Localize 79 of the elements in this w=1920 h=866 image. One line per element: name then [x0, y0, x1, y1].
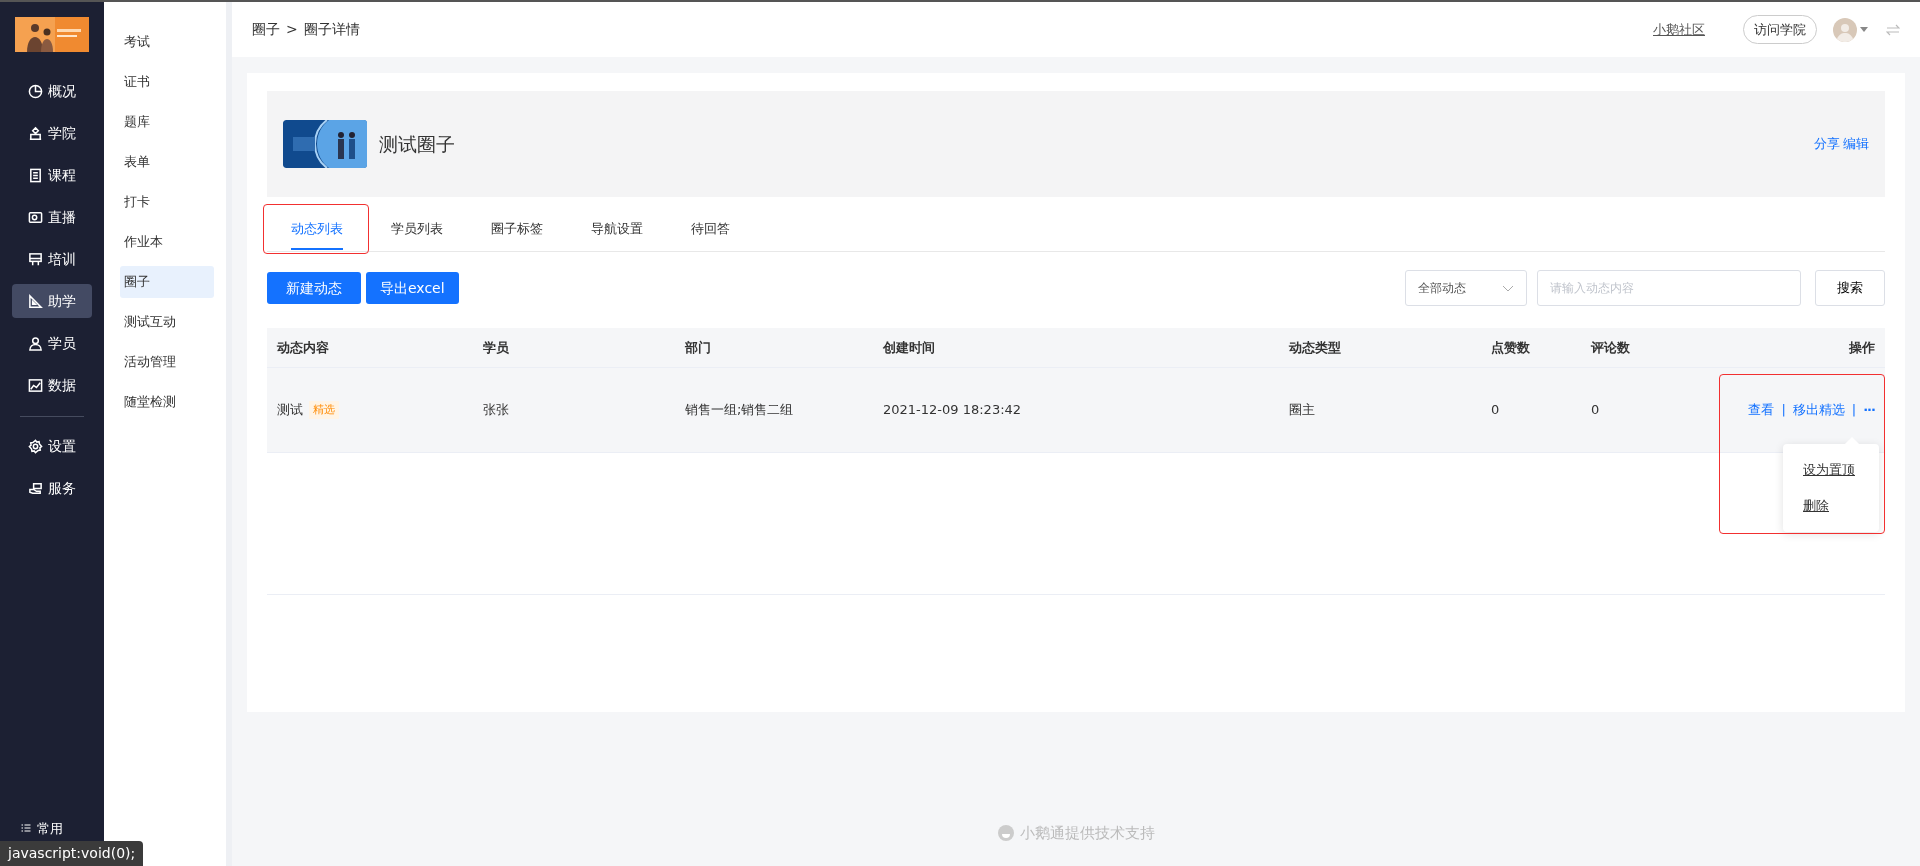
- submenu-item[interactable]: 活动管理: [120, 346, 214, 378]
- sidebar-item[interactable]: 常用: [20, 818, 63, 838]
- breadcrumb-item[interactable]: 圈子: [252, 19, 280, 40]
- table-cell-text: 0: [1491, 401, 1500, 420]
- sidebar-item[interactable]: 设置: [12, 429, 92, 463]
- column-header: 动态内容: [277, 338, 329, 357]
- sidebar-item[interactable]: 直播: [12, 200, 92, 234]
- service-hand-icon: [28, 480, 43, 496]
- presentation-board-icon: [28, 251, 43, 267]
- switch-arrows-icon[interactable]: [1886, 23, 1900, 36]
- table-cell-text: 销售一组;销售二组: [685, 401, 794, 420]
- table-cell-text: 圈主: [1289, 401, 1315, 420]
- submenu-item[interactable]: 考试: [120, 26, 214, 58]
- column-header: 操作: [1849, 338, 1875, 357]
- submenu-item[interactable]: 作业本: [120, 226, 214, 258]
- submenu-item[interactable]: 圈子: [120, 266, 214, 298]
- building-icon: [28, 125, 43, 141]
- unfeature-link[interactable]: 移出精选: [1792, 400, 1845, 420]
- column-header: 部门: [685, 338, 711, 357]
- separator: |: [1851, 401, 1857, 420]
- community-link[interactable]: 小鹅社区: [1653, 19, 1705, 40]
- submenu-item[interactable]: 随堂检测: [120, 386, 214, 418]
- view-link[interactable]: 查看: [1748, 400, 1775, 420]
- submenu-item[interactable]: 题库: [120, 106, 214, 138]
- column-header: 创建时间: [883, 338, 935, 357]
- table-cell-text: 2021-12-09 18:23:42: [883, 401, 1022, 420]
- sidebar-item[interactable]: 学院: [12, 116, 92, 150]
- sidebar-item[interactable]: 助学: [12, 284, 92, 318]
- link-tooltip: javascript:void(0);: [0, 841, 144, 866]
- tab[interactable]: 待回答: [667, 209, 754, 251]
- sidebar-item[interactable]: 数据: [12, 368, 92, 402]
- settings-icon: [28, 438, 43, 454]
- more-link[interactable]: ···: [1863, 400, 1875, 420]
- column-header: 学员: [483, 338, 509, 357]
- sidebar-item[interactable]: 服务: [12, 471, 92, 505]
- sidebar-item[interactable]: 概况: [12, 74, 92, 108]
- document-icon: [28, 167, 43, 183]
- table-cell-text: 0: [1591, 401, 1600, 420]
- tab[interactable]: 动态列表: [267, 209, 367, 251]
- avatar-icon[interactable]: [1833, 17, 1857, 42]
- submenu-item[interactable]: 证书: [120, 66, 214, 98]
- new-post-button[interactable]: 新建动态: [267, 272, 361, 304]
- footer-text: 小鹅通提供技术支持: [1019, 822, 1155, 844]
- column-header: 动态类型: [1289, 338, 1341, 357]
- brand-logo-icon: [997, 824, 1014, 841]
- export-button[interactable]: 导出excel: [366, 272, 459, 304]
- column-header: 评论数: [1591, 338, 1630, 357]
- visit-academy-button[interactable]: 访问学院: [1743, 14, 1817, 45]
- list-icon: [20, 822, 32, 835]
- data-chart-icon: [28, 377, 43, 393]
- breadcrumb-item[interactable]: 圈子详情: [303, 19, 360, 40]
- submenu-item[interactable]: 表单: [120, 146, 214, 178]
- tab[interactable]: 圈子标签: [467, 209, 567, 251]
- column-header: 点赞数: [1491, 338, 1530, 357]
- circle-title: 测试圈子: [379, 131, 455, 157]
- tab[interactable]: 学员列表: [367, 209, 467, 251]
- search-button[interactable]: 搜索: [1815, 270, 1885, 306]
- share-link[interactable]: 分享: [1813, 134, 1840, 154]
- menu-item[interactable]: 删除: [1783, 488, 1879, 524]
- breadcrumb-separator: >: [286, 20, 298, 39]
- filter-dropdown[interactable]: 全部动态: [1405, 270, 1527, 306]
- caret-icon[interactable]: [1860, 26, 1868, 33]
- sidebar-item[interactable]: 学员: [12, 326, 92, 360]
- user-icon: [28, 335, 43, 351]
- sidebar-item[interactable]: 培训: [12, 242, 92, 276]
- menu-item[interactable]: 设为置顶: [1783, 452, 1879, 488]
- separator: |: [1781, 401, 1786, 420]
- table-cell-text: 张张: [483, 401, 509, 420]
- chevron-down-icon: [1502, 284, 1514, 292]
- tab[interactable]: 导航设置: [567, 209, 667, 251]
- sidebar-item[interactable]: 课程: [12, 158, 92, 192]
- video-camera-icon: [28, 209, 43, 225]
- search-field[interactable]: 请输入动态内容: [1537, 270, 1801, 306]
- pie-chart-icon: [28, 83, 43, 99]
- submenu-item[interactable]: 打卡: [120, 186, 214, 218]
- featured-tag: 精选: [309, 400, 339, 420]
- submenu-item[interactable]: 测试互动: [120, 306, 214, 338]
- edit-link[interactable]: 编辑: [1843, 134, 1869, 154]
- table-cell-text: 测试: [277, 401, 303, 420]
